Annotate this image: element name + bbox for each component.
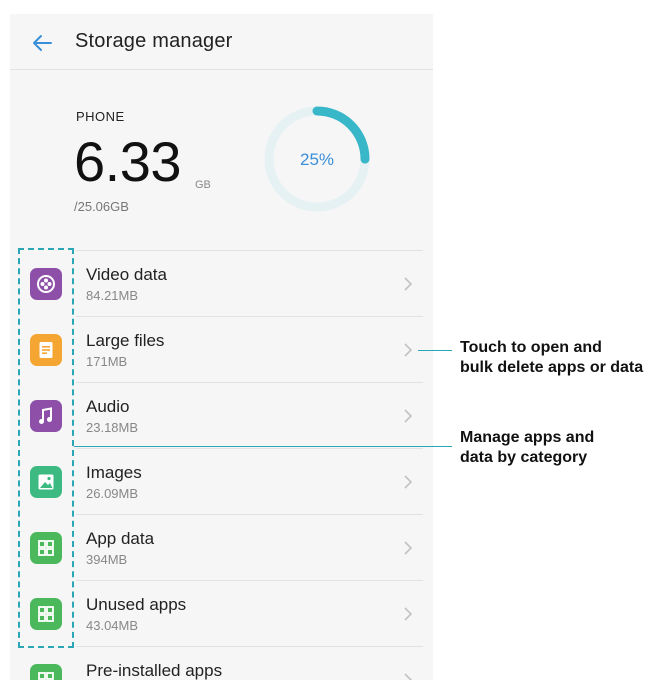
callout-open-text: Touch to open and bulk delete apps or da… [460,338,643,378]
row-divider [76,382,423,383]
row-divider [76,316,423,317]
row-divider [76,250,423,251]
category-row-unused-apps[interactable]: Unused apps 43.04MB [10,580,433,646]
category-row-large-files[interactable]: Large files 171MB [10,316,433,382]
category-size: 43.04MB [86,618,139,633]
category-label: Images [86,463,142,482]
app-bar: Storage manager [10,14,433,70]
callout-open-line [418,350,452,351]
category-label: Video data [86,265,167,284]
callout-manage-line [74,446,452,447]
music-note-icon [30,400,62,432]
callout-open-line2: bulk delete apps or data [460,359,644,376]
chevron-right-icon [404,673,413,680]
chevron-right-icon [404,277,413,291]
row-divider [76,646,423,647]
video-reel-icon [30,268,62,300]
chevron-right-icon [404,541,413,555]
app-grid-icon [30,598,62,630]
chevron-right-icon [404,409,413,423]
arrow-left-icon[interactable] [30,31,54,55]
category-row-pre-installed-apps[interactable]: Pre-installed apps [10,646,433,680]
category-row-images[interactable]: Images 26.09MB [10,448,433,514]
row-divider [76,514,423,515]
category-label: Pre-installed apps [86,661,223,680]
callout-manage-line2: data by category [460,449,588,466]
total-storage-value: /25.06GB [74,199,129,214]
category-row-app-data[interactable]: App data 394MB [10,514,433,580]
category-size: 26.09MB [86,486,139,501]
storage-usage-percent: 25% [299,150,335,169]
storage-manager-screen: Storage manager PHONE 6.33 GB /25.06GB 2… [10,14,433,680]
category-row-video-data[interactable]: Video data 84.21MB [10,250,433,316]
category-size: 84.21MB [86,288,139,303]
chevron-right-icon [404,475,413,489]
app-grid-icon [30,664,62,680]
document-icon [30,334,62,366]
category-size: 394MB [86,552,128,567]
used-storage-unit: GB [195,179,211,191]
row-divider [76,580,423,581]
category-size: 171MB [86,354,128,369]
image-icon [30,466,62,498]
storage-device-label: PHONE [76,109,125,124]
callout-open-line1: Touch to open and [460,339,602,356]
category-label: Audio [86,397,130,416]
callout-manage-line1: Manage apps and [460,429,595,446]
category-label: Large files [86,331,165,350]
category-row-audio[interactable]: Audio 23.18MB [10,382,433,448]
callout-manage-text: Manage apps and data by category [460,428,594,468]
page-title: Storage manager [75,30,233,52]
category-label: App data [86,529,155,548]
chevron-right-icon [404,607,413,621]
row-divider [76,448,423,449]
category-size: 23.18MB [86,420,139,435]
used-storage-value: 6.33 [74,130,182,193]
chevron-right-icon [404,343,413,357]
category-label: Unused apps [86,595,187,614]
app-grid-icon [30,532,62,564]
